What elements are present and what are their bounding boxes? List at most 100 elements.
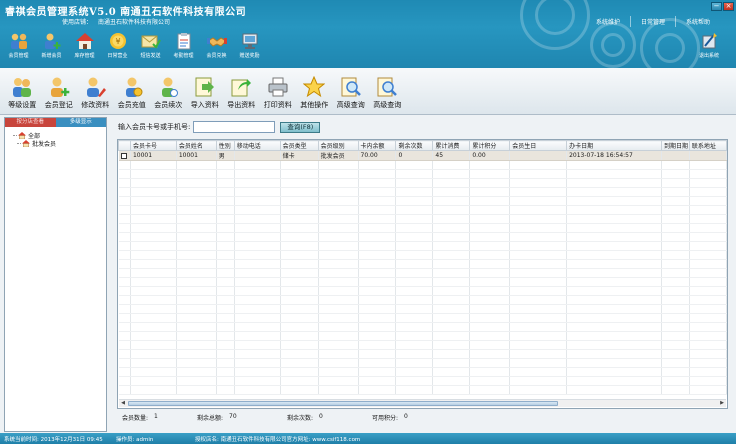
column-header[interactable]: 卡内余额 [357,140,397,151]
summary-remaining-times: 剩余次数: 0 [287,413,372,422]
table-cell [118,286,131,296]
table-cell [432,241,471,251]
table-cell [661,150,690,161]
table-cell [176,268,217,278]
export-data-button[interactable]: 导出资料 [223,68,260,114]
horizontal-scrollbar[interactable]: ◀ ▶ [119,399,726,407]
table-cell [318,358,359,368]
table-row-empty [118,286,727,296]
summary-label: 可用积分: [372,415,399,422]
table-row-empty [118,385,727,395]
column-header[interactable]: 性别 [215,140,235,151]
column-header[interactable]: 到期日期 [660,140,690,151]
table-row-empty [118,178,727,188]
edit-info-button[interactable]: 修改资料 [77,68,114,114]
header-link-daily-management[interactable]: 日常管理 [629,16,675,27]
minimize-button[interactable]: − [711,2,722,11]
column-header[interactable]: 会员生日 [509,140,568,151]
table-cell [130,286,177,296]
column-header[interactable]: 会员卡号 [129,140,177,151]
column-header[interactable]: 联系地址 [688,140,727,151]
table-cell [234,295,281,305]
nav-inventory[interactable]: 库存管理 [68,32,101,59]
table-cell [318,187,359,197]
import-data-button[interactable]: 导入资料 [187,68,224,114]
table-row[interactable]: 10001 10001 男 储卡 批发会员 70.00 0 45 0.00 20… [118,150,727,161]
table-cell [432,358,471,368]
table-cell [280,358,319,368]
table-cell [469,295,511,305]
tab-by-branch[interactable]: 按分店查看 [5,118,56,127]
search-button[interactable]: 查询(F8) [280,121,321,133]
table-cell [176,295,217,305]
table-cell [118,232,131,242]
column-header[interactable]: 办卡日期 [566,140,662,151]
table-cell [395,205,434,215]
table-cell [358,160,397,170]
header-link-system-maintenance[interactable]: 系统维护 [586,16,630,27]
table-cell [566,169,662,179]
exit-icon [702,33,717,49]
scroll-right-icon[interactable]: ▶ [718,400,726,407]
print-data-button[interactable]: 打印资料 [260,68,297,114]
table-cell [118,214,131,224]
other-operations-button[interactable]: 其他操作 [296,68,333,114]
nav-rewards[interactable]: 赠送奖励 [233,32,266,59]
level-settings-button[interactable]: 等级设置 [4,68,41,114]
column-header[interactable]: 剩余次数 [395,140,434,151]
table-cell [176,331,217,341]
column-header[interactable]: 会员级别 [317,140,359,151]
window-controls: − × [710,2,734,11]
tab-multi-level[interactable]: 多级显示 [55,118,106,127]
table-cell [234,169,281,179]
table-cell [118,250,131,260]
member-register-button[interactable]: 会员登记 [41,68,78,114]
advanced-query-button[interactable]: 高级查询 [333,68,370,114]
table-cell [469,385,511,395]
row-checkbox[interactable] [121,152,128,159]
close-button[interactable]: × [723,2,734,11]
table-cell: 0 [395,150,434,161]
table-row-empty [118,304,727,314]
column-header[interactable]: 会员类型 [279,140,319,151]
table-cell [469,178,511,188]
scrollbar-thumb[interactable] [128,401,558,406]
tree-node-wholesale-member[interactable]: 批发会员 [13,139,106,148]
scroll-left-icon[interactable]: ◀ [119,400,127,407]
table-cell [689,349,727,359]
member-recharge-button[interactable]: 会员充值 [114,68,151,114]
table-cell [395,286,434,296]
monitor-icon [242,33,257,49]
search-input[interactable] [193,121,276,133]
table-cell [118,349,131,359]
exit-system-button[interactable]: 退出系统 [694,32,724,59]
table-cell [176,358,217,368]
nav-daily-business[interactable]: ¥ 日常营业 [101,32,134,59]
decor-ring [601,33,625,57]
nav-add-member[interactable]: 新增会员 [35,32,68,59]
table-cell: 70.00 [358,150,397,161]
header-link-help[interactable]: 系统帮助 [674,16,720,27]
column-header[interactable]: 会员姓名 [175,140,217,151]
column-header[interactable]: 累计积分 [469,140,511,151]
table-cell [318,178,359,188]
member-renew-button[interactable]: 会员续次 [150,68,187,114]
nav-attendance[interactable]: 考勤管理 [167,32,200,59]
table-cell [689,169,727,179]
table-cell [661,160,690,170]
table-cell [280,277,319,287]
table-cell [358,349,397,359]
nav-members[interactable]: 会员管理 [2,32,35,59]
table-cell [689,385,727,395]
tree-node-all[interactable]: 全部 [13,131,106,140]
table-cell [469,169,511,179]
advanced-query-button-2[interactable]: 高级查询 [369,68,406,114]
nav-exchange[interactable]: 会员兑换 [200,32,233,59]
table-cell [689,322,727,332]
summary-label: 会员数量: [122,415,149,422]
table-cell [395,313,434,323]
nav-sms[interactable]: 短信发送 [134,32,167,59]
table-cell [509,241,568,251]
column-header[interactable]: 移动电话 [233,140,281,151]
column-header[interactable]: 累计消费 [432,140,471,151]
